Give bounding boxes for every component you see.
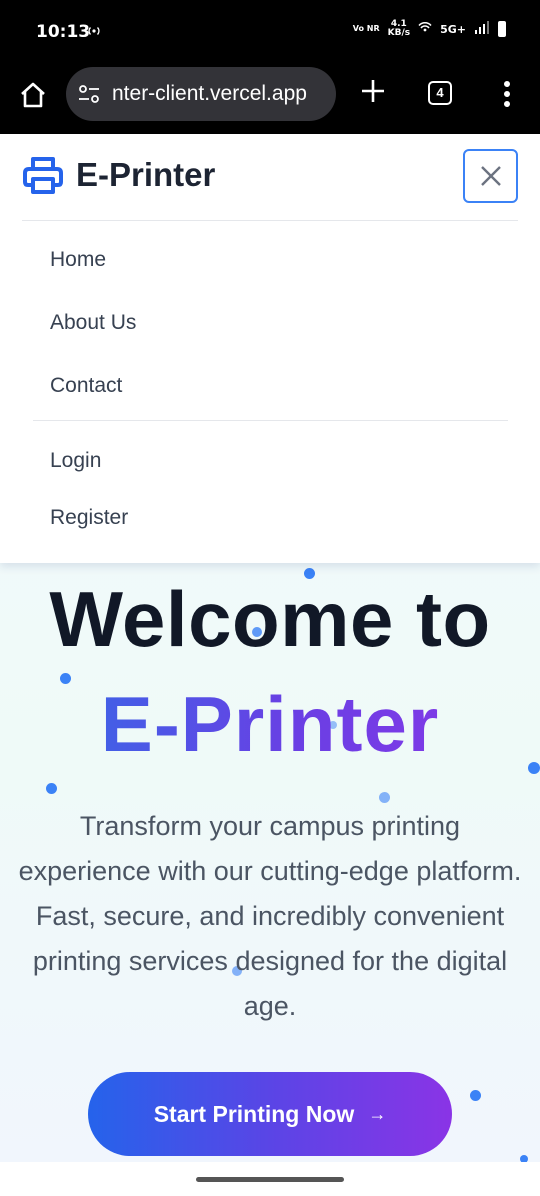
home-gesture-bar[interactable] [196, 1177, 344, 1182]
signal-icon [474, 20, 490, 38]
nav-link-home[interactable]: Home [50, 248, 106, 272]
web-page: E-Printer Home About Us Contact Login Re… [0, 134, 540, 1162]
battery-icon [498, 21, 506, 37]
status-bar: 10:13 Vo NR 4.1 KB/s 5G+ [0, 0, 540, 64]
network-speed: 4.1 KB/s [388, 20, 410, 38]
nav-link-login[interactable]: Login [50, 449, 101, 473]
mobile-nav-menu: E-Printer Home About Us Contact Login Re… [0, 134, 540, 563]
site-settings-icon[interactable] [78, 84, 100, 104]
new-tab-icon[interactable] [360, 78, 386, 104]
decorative-dot [379, 792, 390, 803]
more-options-icon[interactable] [499, 80, 515, 108]
net-speed-unit: KB/s [387, 28, 411, 38]
status-time: 10:13 [36, 22, 91, 42]
arrow-right-icon: → [368, 1103, 387, 1124]
close-menu-button[interactable] [463, 149, 518, 203]
vonr-label: Vo NR [352, 24, 380, 33]
browser-toolbar: nter-client.vercel.app 4 [0, 64, 540, 134]
url-text[interactable]: nter-client.vercel.app [112, 82, 307, 106]
wifi-calling-icon [418, 21, 432, 38]
divider [22, 220, 518, 221]
brand-logo[interactable]: E-Printer [22, 154, 215, 196]
decorative-dot [520, 1155, 528, 1162]
printer-icon [22, 154, 64, 196]
hero-description: Transform your campus printing experienc… [18, 811, 522, 1021]
hotspot-icon [86, 24, 102, 41]
nav-link-about-us[interactable]: About Us [50, 311, 136, 335]
tab-switcher-button[interactable]: 4 [428, 81, 452, 105]
hero-title: Welcome to [49, 575, 491, 663]
decorative-dot [470, 1090, 481, 1101]
cta-label: Start Printing Now [153, 1100, 355, 1127]
navigation-gesture-area [0, 1162, 540, 1196]
start-printing-button[interactable]: Start Printing Now → [88, 1072, 452, 1156]
brand-name: E-Printer [76, 156, 216, 193]
divider [33, 420, 508, 421]
status-indicators: Vo NR 4.1 KB/s 5G+ [353, 20, 506, 38]
vonr-indicator: Vo NR [353, 25, 380, 33]
hero-title-brand: E-Printer [0, 679, 540, 770]
nav-link-register[interactable]: Register [50, 506, 128, 530]
nav-link-contact[interactable]: Contact [50, 374, 122, 398]
network-type: 5G+ [440, 22, 466, 36]
address-bar[interactable]: nter-client.vercel.app [66, 67, 336, 121]
close-icon [481, 166, 501, 186]
decorative-dot [46, 783, 57, 794]
home-icon[interactable] [18, 80, 48, 110]
